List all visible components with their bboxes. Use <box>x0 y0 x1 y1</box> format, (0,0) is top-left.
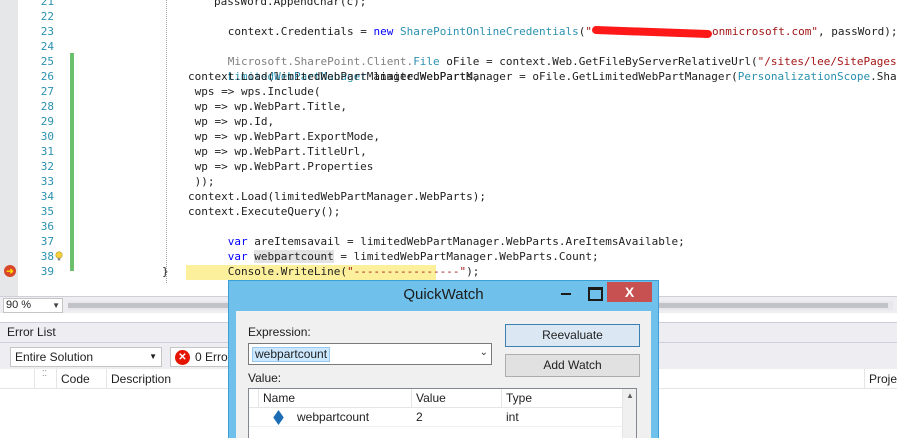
code-type: SharePointOnlineCredentials <box>399 25 579 38</box>
redaction-mark <box>591 25 713 39</box>
execution-pointer-icon[interactable]: ➜ <box>4 265 16 277</box>
code-string: onmicrosoft.com" <box>712 25 818 38</box>
add-watch-button[interactable]: Add Watch <box>505 354 640 377</box>
scope-select[interactable]: Entire Solution ▼ <box>10 347 162 367</box>
code-line: Console.WriteLine("----------------"); <box>188 249 480 278</box>
code-line: var webpartcount = limitedWebPartManager… <box>188 234 599 263</box>
code-line: wp => wp.Id, <box>188 115 275 128</box>
code-line: wp => wp.WebPart.Title, <box>188 100 347 113</box>
row-value[interactable]: 2 <box>412 408 423 427</box>
code-string: " <box>585 25 593 38</box>
chevron-down-icon: ▼ <box>52 301 60 310</box>
line-number: 39 <box>40 265 54 278</box>
dialog-titlebar[interactable]: QuickWatch X <box>229 281 658 309</box>
expression-input-value[interactable]: webpartcount <box>252 347 331 362</box>
line-numbers: 21 22 23 24 25 26 27 28 29 30 31 32 33 3… <box>18 0 54 296</box>
line-number: 34 <box>40 190 54 203</box>
line-number: 30 <box>40 130 54 143</box>
code-line: context.Load(limitedWebPartManager.WebPa… <box>188 190 487 203</box>
code-line: context.Load(limitedWebPartManager.WebPa… <box>188 70 480 83</box>
code-line: var areItemsavail = limitedWebPartManage… <box>188 219 685 248</box>
close-button[interactable]: X <box>607 282 652 302</box>
code-string: "----------------" <box>346 265 467 278</box>
code-line: context.Credentials = new SharePointOnli… <box>188 9 897 39</box>
expression-label: Expression: <box>248 325 311 339</box>
change-tracking-bar <box>70 53 74 271</box>
code-token: Console.WriteLine( <box>227 265 347 278</box>
chevron-down-icon[interactable]: ⌄ <box>480 347 488 358</box>
code-line: wps => wps.Include( <box>188 85 321 98</box>
column-header-code[interactable]: Code <box>56 369 106 389</box>
line-number: 23 <box>40 25 54 38</box>
line-number: 28 <box>40 100 54 113</box>
line-number: 21 <box>40 0 54 8</box>
column-header-description[interactable]: Description <box>106 369 226 389</box>
code-token: context.Credentials = <box>227 25 374 38</box>
indicator-margin[interactable] <box>0 0 18 296</box>
row-type: int <box>506 410 519 424</box>
code-line: LimitedWebPartManager limitedWebPartMana… <box>188 54 897 83</box>
code-editor[interactable]: ➜ 21 22 23 24 25 26 27 28 29 30 31 32 33… <box>0 0 897 296</box>
line-number: 25 <box>40 55 54 68</box>
line-number: 35 <box>40 205 54 218</box>
line-number: 29 <box>40 115 54 128</box>
line-number: 24 <box>40 40 54 53</box>
code-type: PersonalizationScope <box>737 70 871 83</box>
value-grid[interactable]: Name Value Type webpartcount 2 int ▲ <box>248 388 637 438</box>
column-header-project[interactable]: Proje <box>864 369 897 389</box>
error-icon: ✕ <box>175 350 190 365</box>
code-line: } <box>162 265 169 278</box>
grid-header-spacer <box>249 389 259 408</box>
code-line: passWord.AppendChar(c); <box>214 0 367 8</box>
code-token: , passWord); <box>817 25 897 38</box>
code-line: wp => wp.WebPart.ExportMode, <box>188 130 381 143</box>
table-row[interactable]: webpartcount 2 int <box>249 408 623 427</box>
row-name: webpartcount <box>297 410 370 424</box>
column-header-type[interactable]: Type <box>502 389 623 408</box>
maximize-button[interactable] <box>580 282 607 302</box>
code-line: Microsoft.SharePoint.Client.File oFile =… <box>188 39 897 68</box>
chevron-down-icon: ▼ <box>149 352 157 361</box>
expression-combobox[interactable]: webpartcount ⌄ <box>248 343 492 365</box>
line-number: 31 <box>40 145 54 158</box>
code-line: )); <box>188 175 215 188</box>
line-number: 37 <box>40 235 54 248</box>
column-header-value[interactable]: Value <box>412 389 502 408</box>
variable-icon <box>273 410 284 425</box>
line-number: 22 <box>40 10 54 23</box>
code-keyword: new <box>373 25 394 38</box>
sort-icon-column[interactable]: ⁚⁚ <box>34 369 56 389</box>
line-number: 33 <box>40 175 54 188</box>
code-text[interactable]: passWord.AppendChar(c); context.Credenti… <box>82 0 897 296</box>
code-line: context.ExecuteQuery(); <box>188 205 341 218</box>
quickwatch-dialog: QuickWatch X Expression: webpartcount ⌄ … <box>228 280 659 438</box>
minimize-button[interactable] <box>552 282 580 302</box>
zoom-level-value: 90 % <box>6 299 32 311</box>
reevaluate-button[interactable]: Reevaluate <box>505 324 640 347</box>
line-number: 32 <box>40 160 54 173</box>
value-grid-header: Name Value Type <box>249 389 623 408</box>
zoom-level-select[interactable]: 90 % ▼ <box>3 298 63 313</box>
value-label: Value: <box>248 371 282 385</box>
code-token: ); <box>466 265 480 278</box>
code-line: wp => wp.WebPart.TitleUrl, <box>188 145 367 158</box>
scope-select-value: Entire Solution <box>15 350 94 364</box>
vertical-scrollbar[interactable]: ▲ <box>622 389 636 438</box>
dialog-body: Expression: webpartcount ⌄ Reevaluate Ad… <box>236 311 651 438</box>
code-line: wp => wp.WebPart.Properties <box>188 160 374 173</box>
chevron-up-icon[interactable]: ▲ <box>626 391 634 400</box>
line-number: 36 <box>40 220 54 233</box>
code-token: .Shared); <box>870 70 897 83</box>
sort-indicator-icon: ⁚⁚ <box>42 369 48 378</box>
close-icon: X <box>624 284 635 300</box>
column-header-name[interactable]: Name <box>259 389 412 408</box>
line-number: 27 <box>40 85 54 98</box>
line-number: 26 <box>40 70 54 83</box>
line-number: 38 <box>40 250 54 263</box>
lightbulb-icon[interactable] <box>55 251 63 261</box>
